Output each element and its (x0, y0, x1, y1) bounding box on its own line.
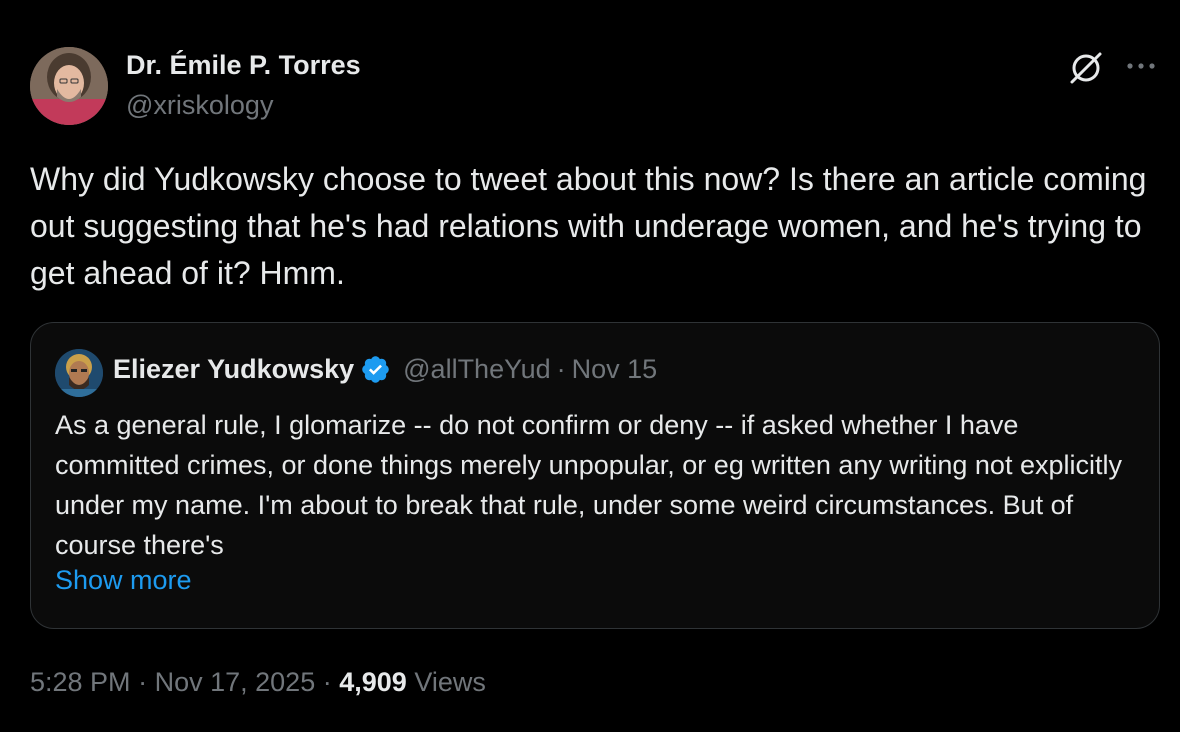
quoted-author-avatar[interactable] (55, 349, 103, 397)
quoted-separator: · (556, 354, 566, 384)
quoted-author-handle[interactable]: @allTheYud (403, 354, 551, 385)
tweet-date[interactable]: Nov 17, 2025 (155, 667, 316, 697)
views-count[interactable]: 4,909 (339, 667, 407, 697)
meta-separator-2: · (322, 667, 332, 697)
tweet: Dr. Émile P. Torres @xriskology Why did … (0, 0, 1180, 732)
quoted-text: As a general rule, I glomarize -- do not… (55, 410, 1122, 560)
meta-separator: · (138, 667, 148, 697)
quoted-author-avatar-image (55, 349, 103, 397)
quoted-header: Eliezer Yudkowsky @allTheYud · Nov 15 (113, 354, 657, 385)
tweet-text: Why did Yudkowsky choose to tweet about … (30, 161, 1147, 291)
grok-icon[interactable] (1066, 48, 1106, 88)
views-label: Views (414, 667, 486, 697)
show-more-link[interactable]: Show more (55, 565, 192, 596)
author-name[interactable]: Dr. Émile P. Torres (126, 50, 361, 81)
verified-badge-icon (362, 356, 389, 383)
author-avatar-image (30, 47, 108, 125)
author-avatar[interactable] (30, 47, 108, 125)
more-icon[interactable] (1124, 54, 1158, 78)
tweet-meta: 5:28 PM · Nov 17, 2025 · 4,909 Views (30, 667, 486, 698)
quoted-author-name[interactable]: Eliezer Yudkowsky (113, 354, 354, 385)
tweet-time[interactable]: 5:28 PM (30, 667, 131, 697)
quoted-date[interactable]: Nov 15 (572, 354, 658, 385)
quoted-tweet[interactable]: Eliezer Yudkowsky @allTheYud · Nov 15 As… (30, 322, 1160, 629)
author-handle[interactable]: @xriskology (126, 90, 273, 121)
